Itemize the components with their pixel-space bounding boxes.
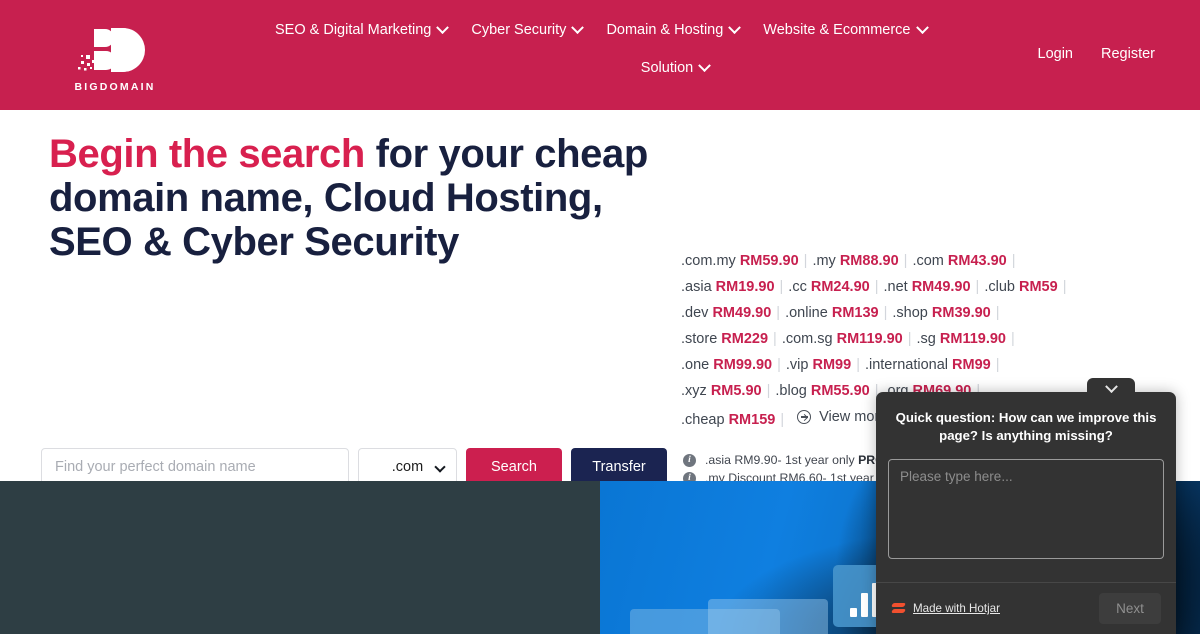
- nav-label: Domain & Hosting: [606, 22, 724, 38]
- tld-price: RM59.90: [739, 253, 799, 269]
- price-line: .asia RM19.90 | .cc RM24.90 | .net RM49.90 |.…: [681, 279, 1067, 295]
- tld-name: .international: [864, 357, 948, 373]
- nav-label: Solution: [640, 60, 694, 76]
- site-header: BIGDOMAIN SEO & Digital Marketing Cyber …: [0, 0, 1200, 110]
- page-title: Begin the search for your cheap domain n…: [49, 132, 649, 264]
- hotjar-logo-icon: [891, 601, 906, 616]
- brand-logo[interactable]: BIGDOMAIN: [0, 0, 230, 110]
- tld-price: RM229: [721, 331, 769, 347]
- price-line: .store RM229 | .com.sg RM119.90 | .sg RM119.…: [681, 331, 1015, 347]
- nav-item-cyber-security[interactable]: Cyber Security: [471, 20, 585, 38]
- tld-name: .xyz: [681, 383, 707, 399]
- tld-name: .one: [681, 357, 710, 373]
- nav-item-website-ecommerce[interactable]: Website & Ecommerce: [763, 20, 929, 38]
- nav-label: Website & Ecommerce: [763, 22, 911, 38]
- main-navigation: SEO & Digital Marketing Cyber Security D…: [230, 0, 1200, 76]
- hero-copy: Begin the search for your cheap domain n…: [49, 132, 649, 264]
- headline-accent: Begin the search: [49, 132, 365, 176]
- nav-item-seo-digital-marketing[interactable]: SEO & Digital Marketing: [275, 20, 450, 38]
- nav-label: SEO & Digital Marketing: [275, 22, 432, 38]
- tld-name: .dev: [681, 305, 709, 321]
- tld-price: RM49.90: [712, 305, 772, 321]
- price-line: .dev RM49.90 | .online RM139 | .shop RM39.90…: [681, 305, 1000, 321]
- tld-name: .store: [681, 331, 718, 347]
- chevron-down-icon: [1104, 379, 1118, 393]
- hotjar-collapse-button[interactable]: [1087, 378, 1135, 400]
- tld-price: RM88.90: [839, 253, 899, 269]
- nav-item-solution[interactable]: Solution: [640, 58, 712, 76]
- tld-name: .sg: [916, 331, 936, 347]
- tld-price: RM49.90: [911, 279, 971, 295]
- chevron-down-icon: [698, 58, 712, 72]
- chevron-down-icon: [571, 20, 585, 34]
- chevron-down-icon: [728, 20, 742, 34]
- tld-price: RM39.90: [931, 305, 991, 321]
- tld-name: .my: [812, 253, 836, 269]
- login-link[interactable]: Login: [1038, 46, 1073, 62]
- tld-name: .com: [912, 253, 944, 269]
- tld-name: .vip: [785, 357, 809, 373]
- tld-select-value: .com: [391, 459, 424, 475]
- tld-price: RM24.90: [810, 279, 870, 295]
- promo-note-text: .asia RM9.90- 1st year only: [705, 453, 859, 467]
- register-link[interactable]: Register: [1101, 46, 1155, 62]
- made-with-hotjar-link[interactable]: Made with Hotjar: [913, 602, 1000, 615]
- hotjar-footer: Made with Hotjar Next: [876, 582, 1176, 634]
- auth-links: Login Register: [1038, 46, 1155, 62]
- hotjar-answer-input[interactable]: [888, 459, 1164, 559]
- tld-name: .cc: [788, 279, 807, 295]
- hotjar-next-button[interactable]: Next: [1099, 593, 1161, 624]
- tld-price: RM5.90: [710, 383, 762, 399]
- tld-price: RM99: [952, 357, 991, 373]
- tld-name: .club: [984, 279, 1015, 295]
- tld-price: RM119.90: [939, 331, 1006, 347]
- chevron-down-icon: [915, 20, 929, 34]
- price-line: .com.my RM59.90 | .my RM88.90 | .com RM43.90…: [681, 253, 1016, 269]
- decor-panel: [708, 599, 828, 634]
- bd-monogram-logo: [78, 22, 152, 78]
- tld-name: .shop: [892, 305, 928, 321]
- tld-name: .com.my: [681, 253, 736, 269]
- brand-name: BIGDOMAIN: [74, 80, 156, 93]
- tld-name: .com.sg: [781, 331, 833, 347]
- nav-item-domain-hosting[interactable]: Domain & Hosting: [606, 20, 742, 38]
- tld-price: RM19.90: [715, 279, 775, 295]
- tld-name: .online: [785, 305, 828, 321]
- tld-name: .net: [883, 279, 908, 295]
- info-icon: i: [683, 453, 696, 467]
- tld-price: RM139: [831, 305, 879, 321]
- view-more-link[interactable]: View more: [797, 404, 887, 430]
- tld-price: RM43.90: [947, 253, 1007, 269]
- hotjar-survey-widget: Quick question: How can we improve this …: [876, 378, 1176, 634]
- hotjar-brand[interactable]: Made with Hotjar: [891, 601, 1000, 616]
- tld-price: RM159: [728, 412, 776, 428]
- nav-label: Cyber Security: [471, 22, 567, 38]
- tld-name: .blog: [775, 383, 807, 399]
- tld-price: RM119.90: [836, 331, 903, 347]
- price-line: .one RM99.90 | .vip RM99 | .international RM…: [681, 357, 1000, 373]
- tld-price: RM99: [812, 357, 852, 373]
- chevron-down-icon: [436, 20, 450, 34]
- arrow-circle-right-icon: [797, 410, 812, 424]
- tld-price: RM55.90: [810, 383, 870, 399]
- tld-price: RM59: [1019, 279, 1058, 295]
- tld-name: .asia: [681, 279, 712, 295]
- chevron-down-icon: [434, 461, 446, 473]
- tld-price: RM99.90: [713, 357, 773, 373]
- tld-name: .cheap: [681, 412, 725, 428]
